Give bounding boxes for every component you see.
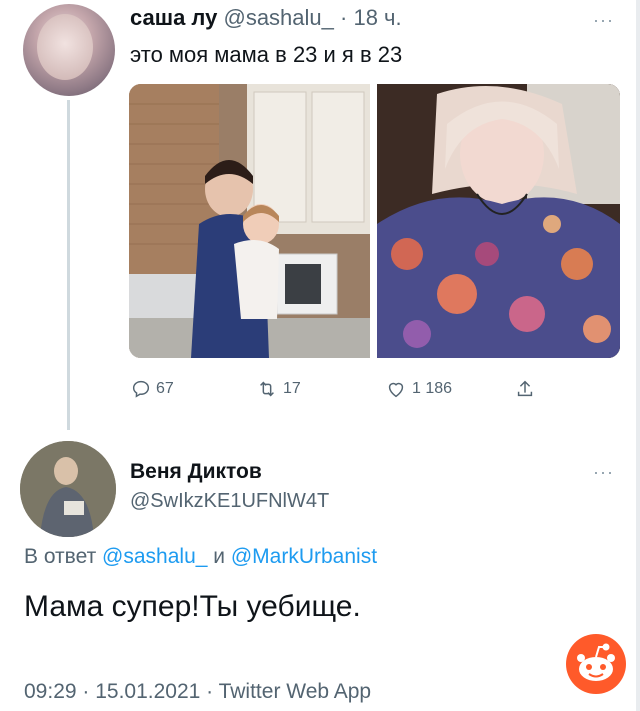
tweet-time[interactable]: 18 ч. bbox=[353, 5, 401, 30]
reply-author-handle[interactable]: @SwIkzKE1UFNlW4T bbox=[130, 490, 329, 513]
thread-line bbox=[67, 100, 70, 430]
reply-prefix: В ответ bbox=[24, 545, 103, 568]
reply-icon bbox=[132, 380, 150, 398]
reply-count: 67 bbox=[156, 380, 174, 397]
tweet-photo-2[interactable] bbox=[377, 84, 620, 358]
reply-text: Мама супер!Ты уебище. bbox=[24, 590, 361, 623]
reply-author-name[interactable]: Веня Диктов bbox=[130, 460, 262, 484]
reddit-logo-icon bbox=[566, 634, 626, 694]
like-count: 1 186 bbox=[412, 380, 453, 397]
retweet-count: 17 bbox=[283, 380, 301, 397]
retweet-button[interactable]: 17 bbox=[255, 376, 301, 402]
mention-link-1[interactable]: @sashalu_ bbox=[102, 545, 207, 568]
screenshot-edge bbox=[636, 0, 640, 711]
tweet-header: саша лу @sashalu_ · 18 ч. bbox=[130, 5, 402, 31]
reply-button[interactable]: 67 bbox=[130, 376, 174, 402]
reply-avatar[interactable] bbox=[20, 441, 116, 537]
avatar-face bbox=[37, 14, 93, 80]
share-icon bbox=[517, 380, 533, 397]
like-button[interactable]: 1 186 bbox=[384, 376, 452, 402]
avatar[interactable] bbox=[23, 4, 115, 96]
kitchen-photo-image bbox=[129, 84, 370, 358]
retweet-icon bbox=[260, 381, 274, 397]
mention-link-2[interactable]: @MarkUrbanist bbox=[231, 545, 377, 568]
selfie-photo-image bbox=[377, 84, 620, 358]
replying-to: В ответ @sashalu_ и @MarkUrbanist bbox=[24, 545, 377, 569]
tweet-photo-1[interactable] bbox=[129, 84, 370, 358]
heart-icon bbox=[388, 382, 404, 398]
tweet-meta[interactable]: 09:29 · 15.01.2021 · Twitter Web App bbox=[24, 680, 371, 704]
reply-conjunction: и bbox=[207, 545, 231, 568]
reply-more-options-icon[interactable]: ··· bbox=[593, 462, 614, 483]
reply-avatar-image bbox=[20, 441, 116, 537]
share-button[interactable] bbox=[514, 376, 536, 402]
author-handle[interactable]: @sashalu_ bbox=[223, 5, 333, 30]
author-name[interactable]: саша лу bbox=[130, 5, 217, 30]
header-separator: · bbox=[333, 5, 354, 30]
tweet-text: это моя мама в 23 и я в 23 bbox=[130, 42, 403, 67]
more-options-icon[interactable]: ··· bbox=[593, 10, 614, 31]
